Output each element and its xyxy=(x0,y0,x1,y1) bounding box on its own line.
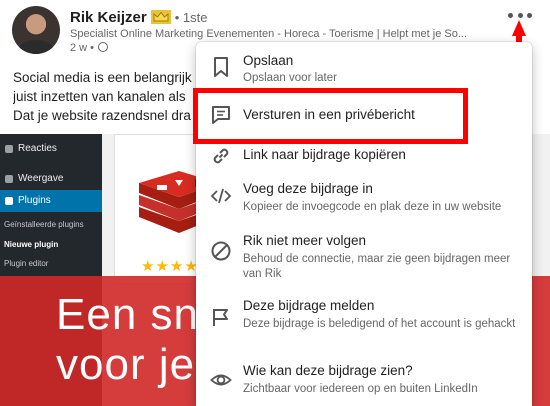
author-headline: Specialist Online Marketing Evenementen … xyxy=(70,28,467,40)
wp-menu-reacties: Reacties xyxy=(0,138,102,160)
banner-line-1: Een sn xyxy=(56,290,199,339)
menu-item-embed[interactable]: Voeg deze bijdrage in Kopieer de invoegc… xyxy=(196,176,532,222)
post-options-menu: Opslaan Opslaan voor later Versturen in … xyxy=(196,42,532,406)
menu-item-subtitle: Behoud de connectie, maar zie geen bijdr… xyxy=(243,253,511,280)
menu-item-visibility[interactable]: Wie kan deze bijdrage zien? Zichtbaar vo… xyxy=(196,358,532,404)
menu-item-title: Opslaan xyxy=(243,53,294,68)
menu-item-subtitle: Deze bijdrage is beledigend of het accou… xyxy=(243,318,516,330)
banner-line-2: voor je xyxy=(56,340,196,389)
menu-item-subtitle: Opslaan voor later xyxy=(243,72,337,84)
post-text-line: juist inzetten van kanalen als xyxy=(13,89,186,104)
post-text-line: Dat je website razendsnel dra xyxy=(13,108,191,123)
wp-menu-weergave: Weergave xyxy=(0,168,102,190)
menu-item-send-private-message[interactable]: Versturen in een privébericht xyxy=(196,90,532,140)
link-icon xyxy=(213,148,229,164)
menu-item-save[interactable]: Opslaan Opslaan voor later xyxy=(196,42,532,88)
wp-submenu-editor: Plugin editor xyxy=(4,259,49,268)
post-text: Social media is een belangrijk juist inz… xyxy=(13,68,213,125)
dot-icon xyxy=(517,12,523,18)
author-avatar[interactable] xyxy=(12,6,60,54)
bookmark-icon xyxy=(214,57,228,77)
menu-item-unfollow[interactable]: Rik niet meer volgen Behoud de connectie… xyxy=(196,228,532,286)
menu-item-title: Link naar bijdrage kopiëren xyxy=(243,147,406,162)
menu-item-title: Wie kan deze bijdrage zien? xyxy=(243,363,413,378)
post-text-line: Social media is een belangrijk xyxy=(13,70,192,85)
menu-item-title: Rik niet meer volgen xyxy=(243,233,367,248)
menu-item-copy-link[interactable]: Link naar bijdrage kopiëren xyxy=(196,140,532,172)
globe-icon xyxy=(98,42,109,52)
unfollow-icon xyxy=(211,241,231,261)
menu-item-subtitle: Zichtbaar voor iedereen op en buiten Lin… xyxy=(243,383,478,395)
menu-item-report[interactable]: Deze bijdrage melden Deze bijdrage is be… xyxy=(196,293,532,351)
author-name[interactable]: Rik Keijzer xyxy=(70,9,147,26)
menu-item-title: Versturen in een privébericht xyxy=(243,107,415,122)
author-line: Rik Keijzer • 1ste xyxy=(70,9,207,26)
crown-icon xyxy=(150,10,171,24)
flag-icon xyxy=(213,309,228,326)
connection-degree: • 1ste xyxy=(174,10,208,25)
dot-icon xyxy=(508,12,513,18)
menu-item-subtitle: Kopieer de invoegcode en plak deze in uw… xyxy=(243,201,502,213)
post-meta: 2 w • xyxy=(70,42,109,54)
wp-submenu-new: Nieuwe plugin xyxy=(4,240,59,249)
menu-item-title: Deze bijdrage melden xyxy=(243,298,375,313)
embed-icon xyxy=(210,188,232,204)
dot-icon xyxy=(527,12,532,18)
post-time: 2 w • xyxy=(70,42,95,54)
wp-menu-plugins: Plugins xyxy=(0,190,102,212)
menu-item-title: Voeg deze bijdrage in xyxy=(243,181,373,196)
wp-submenu-installed: Geïnstalleerde plugins xyxy=(4,220,84,229)
eye-icon xyxy=(210,374,232,386)
message-icon xyxy=(212,106,230,124)
